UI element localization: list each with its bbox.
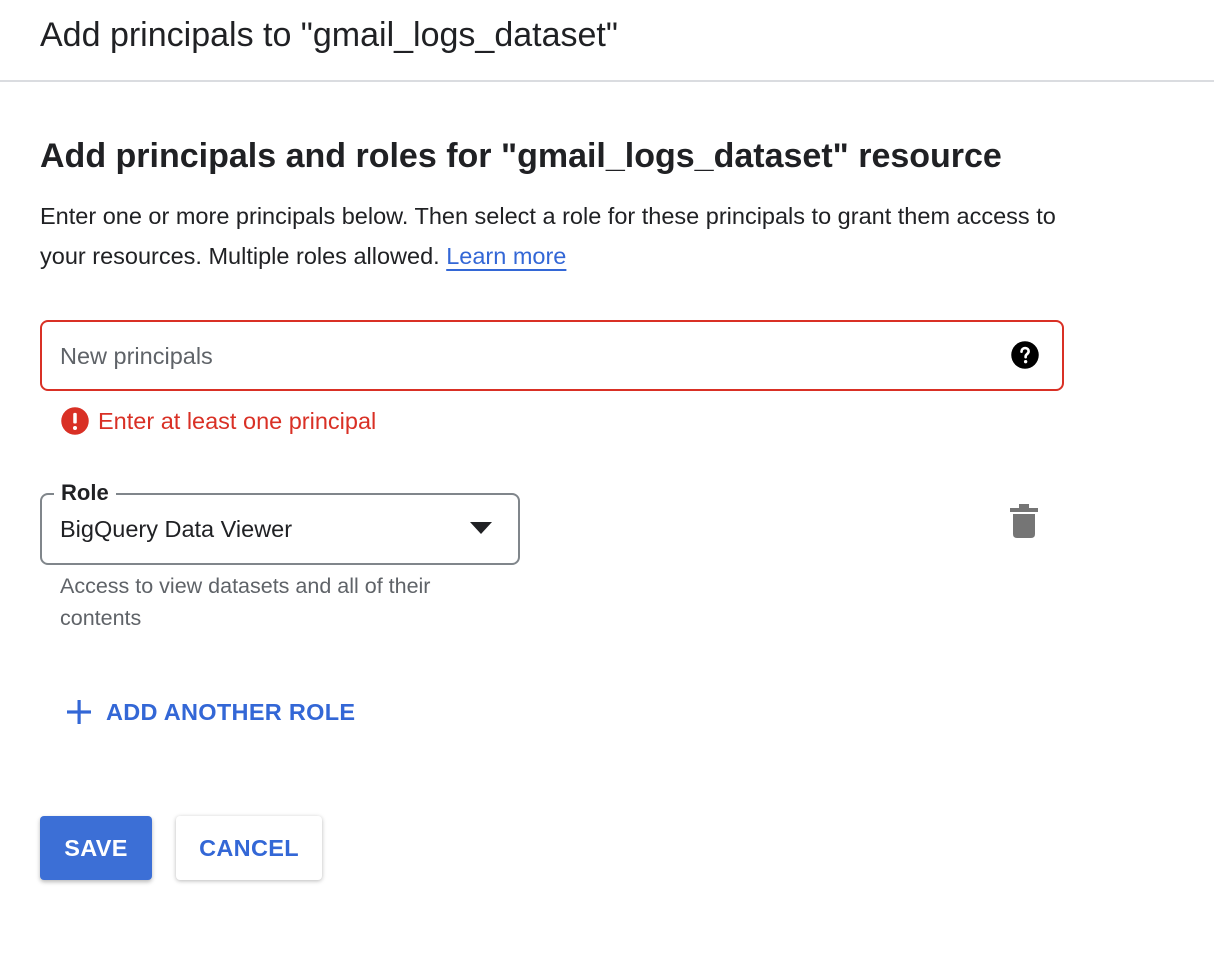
role-select[interactable]: Role BigQuery Data Viewer xyxy=(40,479,520,565)
dialog-title: Add principals to "gmail_logs_dataset" xyxy=(40,16,618,54)
new-principals-input[interactable] xyxy=(60,336,980,376)
role-label: Role xyxy=(54,479,116,507)
learn-more-link[interactable]: Learn more xyxy=(446,243,566,269)
arrow-drop-down-icon xyxy=(470,522,492,534)
error-text: Enter at least one principal xyxy=(98,407,377,434)
trash-icon[interactable] xyxy=(1008,504,1040,538)
error-icon xyxy=(61,407,89,435)
principals-error: Enter at least one principal xyxy=(60,404,376,438)
cancel-button[interactable]: CANCEL xyxy=(176,816,322,880)
add-another-role-label: ADD ANOTHER ROLE xyxy=(106,698,356,725)
dialog-header: Add principals to "gmail_logs_dataset" xyxy=(0,0,1214,82)
role-selected-value: BigQuery Data Viewer xyxy=(60,516,293,542)
new-principals-field[interactable] xyxy=(40,320,1064,391)
section-title: Add principals and roles for "gmail_logs… xyxy=(40,137,1002,175)
help-circle-icon[interactable] xyxy=(1010,340,1040,370)
plus-icon xyxy=(67,700,91,724)
role-description: Access to view datasets and all of their… xyxy=(60,574,431,630)
save-button[interactable]: SAVE xyxy=(40,816,152,880)
add-another-role-button[interactable]: ADD ANOTHER ROLE xyxy=(64,690,355,734)
section-description: Enter one or more principals below. Then… xyxy=(40,196,1100,276)
